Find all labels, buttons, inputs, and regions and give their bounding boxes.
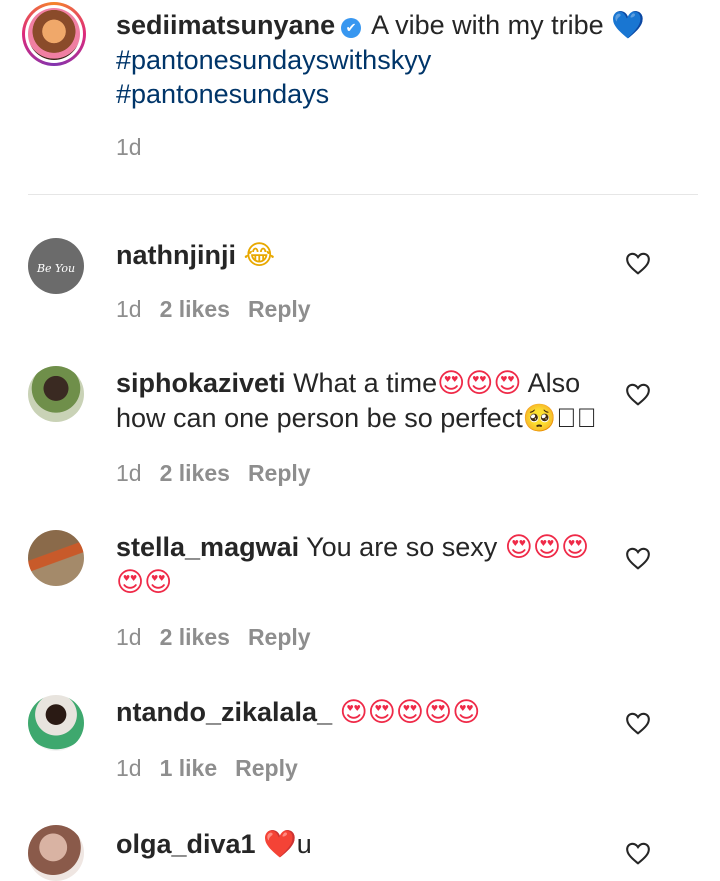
hashtag-link[interactable]: #pantonesundays	[116, 77, 696, 111]
comment-body: siphokaziveti What a time😍😍😍 Also how ca…	[116, 366, 606, 436]
red-heart-emoji: ❤️	[263, 829, 297, 860]
verified-badge-icon: ✔	[341, 18, 362, 38]
caption-timestamp: 1d	[116, 134, 142, 160]
comment-body: ntando_zikalala_ 😍😍😍😍😍	[116, 695, 606, 730]
comment-meta: 1d 1 like Reply	[116, 755, 316, 782]
likes-count[interactable]: 1 like	[160, 755, 218, 781]
heart-eyes-emoji: 😍😍😍😍😍	[339, 697, 481, 728]
heart-outline-icon[interactable]	[625, 251, 651, 275]
likes-count[interactable]: 2 likes	[160, 460, 230, 486]
comment-body: stella_magwai You are so sexy 😍😍😍 😍😍	[116, 530, 606, 600]
comment-username[interactable]: siphokaziveti	[116, 368, 286, 398]
comment-time: 1d	[116, 460, 142, 486]
heart-outline-icon[interactable]	[625, 711, 651, 735]
heart-outline-icon[interactable]	[625, 546, 651, 570]
heart-outline-icon[interactable]	[625, 841, 651, 865]
reply-button[interactable]: Reply	[248, 624, 311, 650]
comment-text: You are so sexy	[306, 532, 498, 562]
caption-body: A vibe with my tribe	[371, 10, 604, 40]
comment-meta: 1d 2 likes Reply	[116, 296, 329, 323]
comment-username[interactable]: olga_diva1	[116, 829, 256, 859]
laughing-emoji: 😂	[243, 240, 276, 271]
comment-meta: 1d 2 likes Reply	[116, 624, 329, 651]
pleading-emoji: 🥺	[522, 403, 557, 434]
be-you-avatar-icon: Be You	[36, 262, 75, 275]
avatar[interactable]: Be You	[28, 238, 84, 294]
avatar-image	[28, 8, 80, 60]
caption-avatar[interactable]	[22, 2, 86, 66]
missing-glyph-text: 󿶿󿶿	[556, 403, 597, 433]
reply-button[interactable]: Reply	[248, 296, 311, 322]
blue-heart-emoji: 💙	[611, 10, 645, 41]
heart-eyes-emoji: 😍😍😍	[504, 532, 590, 563]
avatar[interactable]	[28, 530, 84, 586]
comment-body: nathnjinji 😂	[116, 238, 606, 273]
heart-eyes-emoji: 😍😍	[116, 567, 173, 598]
comment-meta: 1d 2 likes Reply	[116, 460, 329, 487]
comment-time: 1d	[116, 755, 142, 781]
comment-time: 1d	[116, 624, 142, 650]
post-caption: sediimatsunyane ✔ A vibe with my tribe 💙 …	[0, 0, 720, 195]
comment-username[interactable]: nathnjinji	[116, 240, 236, 270]
reply-button[interactable]: Reply	[235, 755, 298, 781]
comment-time: 1d	[116, 296, 142, 322]
caption-text: sediimatsunyane ✔ A vibe with my tribe 💙 …	[116, 8, 696, 111]
comment-text: What a time	[293, 368, 438, 398]
heart-eyes-emoji: 😍😍😍	[437, 368, 522, 399]
avatar[interactable]	[28, 825, 84, 881]
hashtag-link[interactable]: #pantonesundayswithskyy	[116, 43, 696, 77]
divider	[28, 194, 698, 195]
likes-count[interactable]: 2 likes	[160, 296, 230, 322]
likes-count[interactable]: 2 likes	[160, 624, 230, 650]
comment-username[interactable]: ntando_zikalala_	[116, 697, 332, 727]
avatar[interactable]	[28, 695, 84, 751]
comment-body: olga_diva1 ❤️u	[116, 827, 606, 862]
reply-button[interactable]: Reply	[248, 460, 311, 486]
heart-outline-icon[interactable]	[625, 382, 651, 406]
avatar[interactable]	[28, 366, 84, 422]
caption-username[interactable]: sediimatsunyane	[116, 10, 335, 40]
avatar-text: Be You	[36, 262, 75, 275]
comment-username[interactable]: stella_magwai	[116, 532, 299, 562]
comment-text: u	[296, 829, 312, 859]
